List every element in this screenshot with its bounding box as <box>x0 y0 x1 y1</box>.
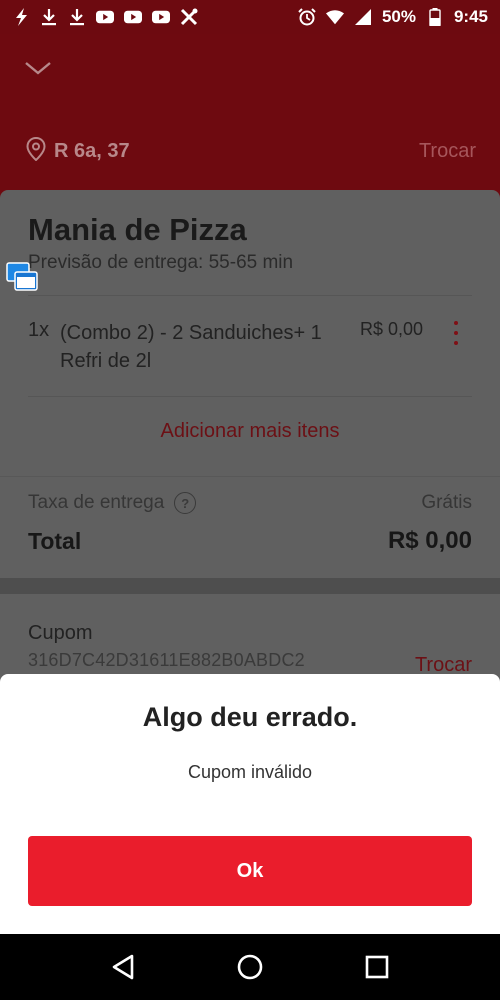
delivery-fee-value: Grátis <box>421 492 472 513</box>
delivery-address-row: R 6a, 37 Trocar <box>26 136 476 166</box>
chevron-down-icon[interactable] <box>24 58 52 78</box>
delivery-fee-row: Taxa de entrega ? Grátis <box>28 490 472 516</box>
order-summary-card: Mania de Pizza Previsão de entrega: 55-6… <box>0 190 500 590</box>
home-icon[interactable] <box>230 947 270 987</box>
signal-icon <box>354 8 372 26</box>
location-pin-icon <box>26 136 46 166</box>
battery-percent: 50% <box>381 7 416 26</box>
download-icon <box>68 8 86 26</box>
restaurant-name: Mania de Pizza <box>28 212 247 247</box>
download-icon <box>40 8 58 26</box>
x-icon <box>180 8 198 26</box>
dialog-message: Cupom inválido <box>187 762 313 782</box>
add-more-items-button[interactable]: Adicionar mais itens <box>0 420 500 443</box>
more-options-icon[interactable] <box>448 319 464 347</box>
help-icon[interactable]: ? <box>174 492 197 514</box>
wifi-icon <box>325 8 344 26</box>
item-quantity: 1x <box>28 319 50 341</box>
status-bar: 50% 9:45 <box>0 0 500 34</box>
divider <box>0 476 500 477</box>
youtube-icon <box>124 8 142 26</box>
system-navigation-bar <box>0 934 500 1000</box>
back-icon[interactable] <box>103 947 143 987</box>
dialog-title: Algo deu errado. <box>142 702 358 732</box>
flash-icon <box>12 8 30 26</box>
delivery-estimate: Previsão de entrega: 55-65 min <box>28 252 294 273</box>
total-label: Total <box>28 527 82 554</box>
status-notification-icons <box>12 8 198 26</box>
item-price: R$ 0,00 <box>360 319 424 339</box>
battery-icon <box>426 8 444 26</box>
youtube-icon <box>96 8 114 26</box>
clock: 9:45 <box>453 7 488 26</box>
youtube-icon <box>152 8 170 26</box>
delivery-fee-label: Taxa de entrega <box>28 492 165 513</box>
divider <box>28 396 472 397</box>
error-dialog: Algo deu errado. Cupom inválido Ok <box>0 674 500 934</box>
total-row: Total R$ 0,00 <box>28 526 472 556</box>
ok-button[interactable]: Ok <box>28 836 472 906</box>
change-address-button[interactable]: Trocar <box>419 140 476 163</box>
recent-apps-icon[interactable] <box>357 947 397 987</box>
alarm-icon <box>298 8 316 26</box>
delivery-address: R 6a, 37 <box>54 139 130 162</box>
divider <box>28 295 472 296</box>
item-name: (Combo 2) - 2 Sanduiches+ 1 Refri de 2l <box>60 322 322 372</box>
total-value: R$ 0,00 <box>387 527 472 554</box>
status-system-icons: 50% 9:45 <box>298 7 488 27</box>
section-separator <box>0 578 500 594</box>
coupon-code: 316D7C42D31611E882B0ABDC2 <box>28 650 305 670</box>
coupon-label: Cupom <box>28 622 93 644</box>
floating-window-icon[interactable] <box>6 262 38 292</box>
